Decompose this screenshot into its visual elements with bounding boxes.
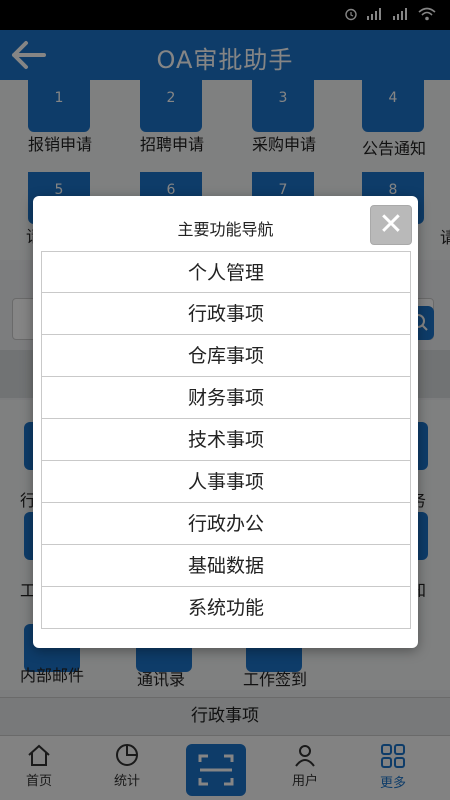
menu-item-personnel-affairs[interactable]: 人事事项 [41,461,411,503]
navigation-modal: 主要功能导航 ✕ 个人管理 行政事项 仓库事项 财务事项 技术事项 人事事项 行… [33,196,418,648]
menu-item-finance-affairs[interactable]: 财务事项 [41,377,411,419]
menu-item-technical-affairs[interactable]: 技术事项 [41,419,411,461]
menu-item-basic-data[interactable]: 基础数据 [41,545,411,587]
close-button[interactable]: ✕ [370,205,412,245]
menu-item-warehouse-affairs[interactable]: 仓库事项 [41,335,411,377]
menu-item-administrative-affairs[interactable]: 行政事项 [41,293,411,335]
modal-title: 主要功能导航 [177,220,274,239]
menu-item-administrative-office[interactable]: 行政办公 [41,503,411,545]
menu-item-system-functions[interactable]: 系统功能 [41,587,411,629]
close-icon: ✕ [378,207,404,242]
menu-list: 个人管理 行政事项 仓库事项 财务事项 技术事项 人事事项 行政办公 基础数据 … [41,251,411,629]
app-screen: OA审批助手 1 报销申请 2 招聘申请 3 采购申请 4 公告通知 5 请 6… [0,0,450,800]
menu-item-personal-management[interactable]: 个人管理 [41,251,411,293]
